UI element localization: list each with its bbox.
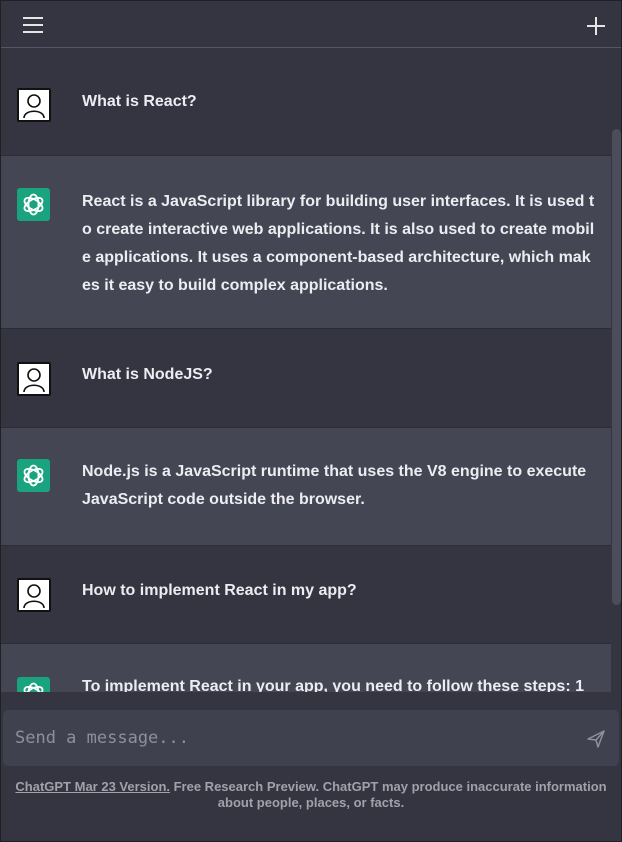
message-assistant: To implement React in your app, you need… (1, 644, 611, 692)
message-text: What is React? (82, 93, 197, 110)
message-text: To implement React in your app, you need… (82, 678, 584, 692)
openai-logo-icon (17, 188, 50, 221)
send-icon[interactable] (585, 728, 607, 750)
chat-window: What is React? React is a JavaScript lib… (0, 0, 622, 842)
footer-disclaimer: ChatGPT Mar 23 Version. Free Research Pr… (1, 779, 621, 811)
message-assistant: Node.js is a JavaScript runtime that use… (1, 428, 611, 546)
message-text: React is a JavaScript library for buildi… (82, 193, 595, 294)
message-text: Node.js is a JavaScript runtime that use… (82, 463, 587, 508)
message-text: What is NodeJS? (82, 366, 213, 383)
openai-logo-icon (17, 677, 50, 692)
scrollbar-thumb[interactable] (612, 129, 621, 605)
message-composer (3, 710, 619, 766)
user-avatar-icon (17, 88, 51, 122)
message-input[interactable] (13, 720, 557, 756)
top-bar (1, 1, 621, 48)
version-link[interactable]: ChatGPT Mar 23 Version. (15, 779, 170, 794)
message-assistant: React is a JavaScript library for buildi… (1, 156, 611, 329)
plus-icon[interactable] (583, 13, 609, 39)
message-text: How to implement React in my app? (82, 582, 357, 599)
message-user: What is React? (1, 55, 611, 156)
user-avatar-icon (17, 578, 51, 612)
message-user: How to implement React in my app? (1, 546, 611, 644)
hamburger-menu-icon[interactable] (19, 13, 49, 37)
openai-logo-icon (17, 459, 50, 492)
conversation: What is React? React is a JavaScript lib… (1, 55, 611, 692)
disclaimer-text: Free Research Preview. ChatGPT may produ… (170, 779, 607, 810)
user-avatar-icon (17, 362, 51, 396)
message-user: What is NodeJS? (1, 329, 611, 428)
